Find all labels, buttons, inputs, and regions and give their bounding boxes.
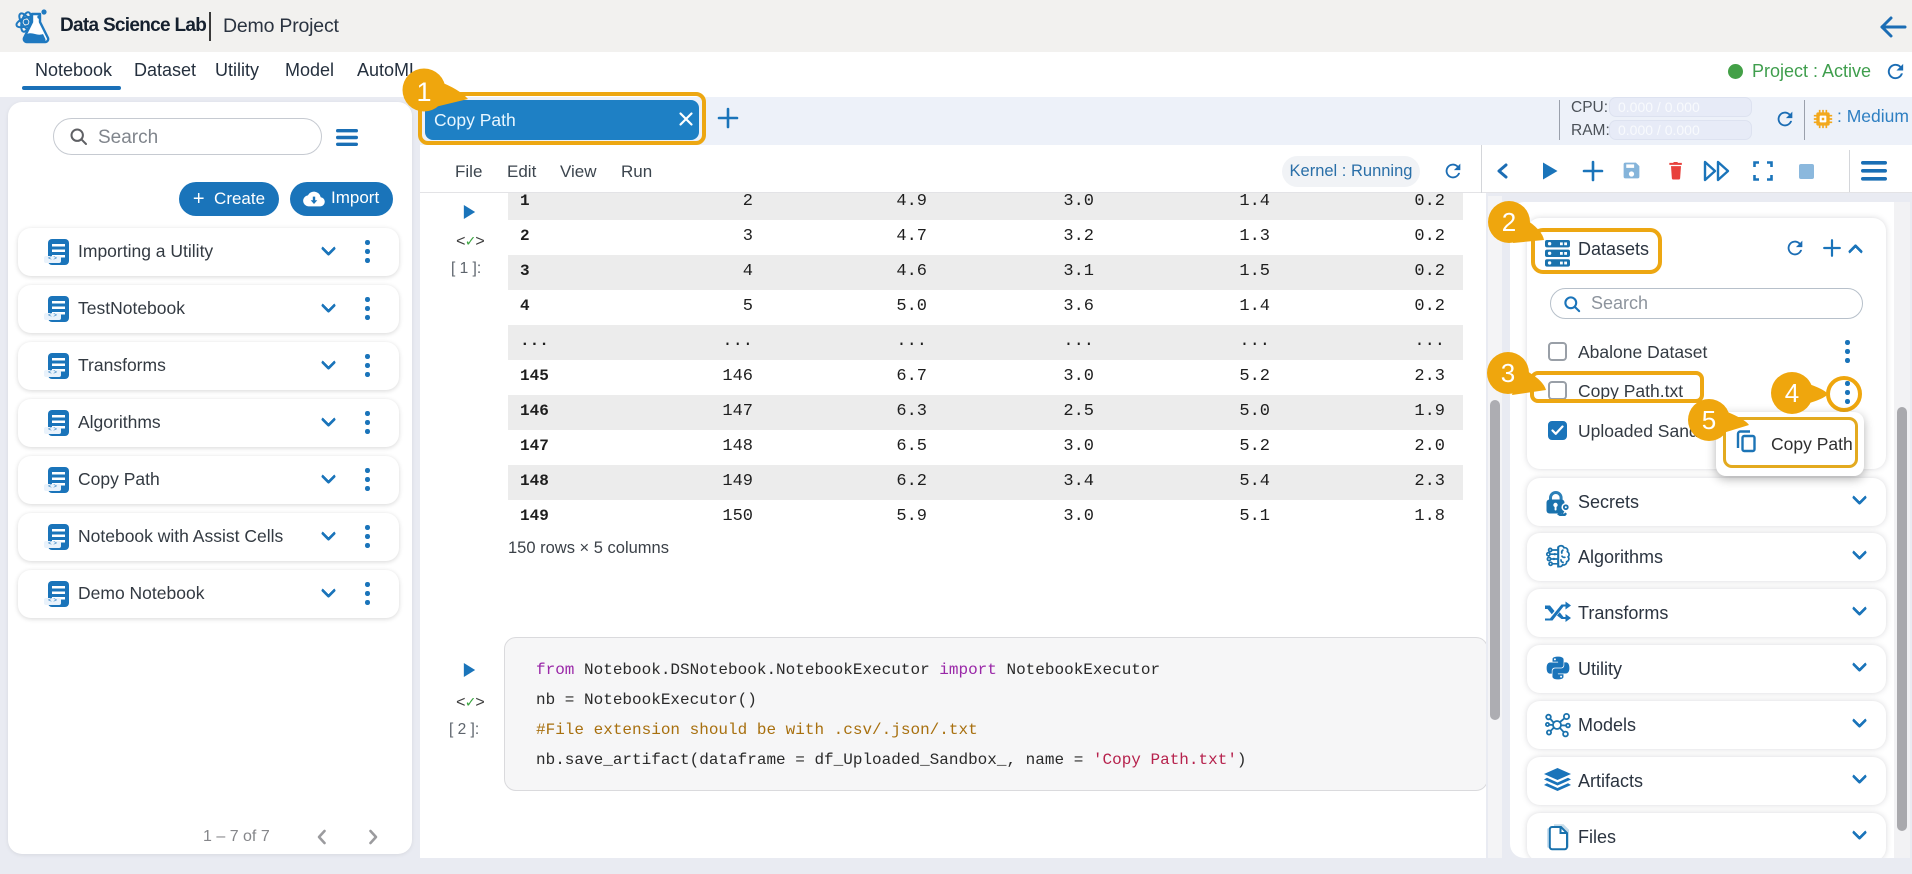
svg-text:5: 5 xyxy=(1702,405,1716,435)
svg-text:4: 4 xyxy=(1785,378,1799,408)
svg-text:2: 2 xyxy=(1502,207,1516,237)
svg-text:1: 1 xyxy=(416,77,431,107)
svg-text:3: 3 xyxy=(1501,358,1515,388)
